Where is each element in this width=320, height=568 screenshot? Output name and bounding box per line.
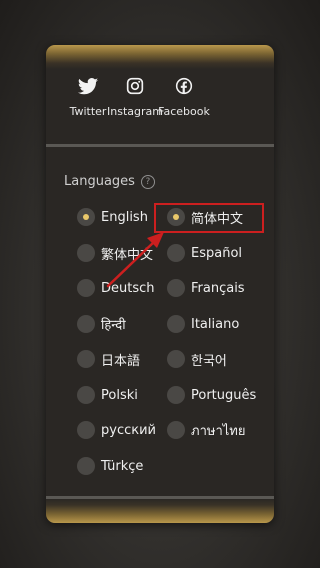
language-label: English bbox=[101, 209, 148, 225]
language-option-italian[interactable]: Italiano bbox=[167, 312, 239, 336]
language-label: Español bbox=[191, 245, 243, 261]
help-icon[interactable]: ? bbox=[140, 174, 155, 189]
radio-selected-icon bbox=[77, 208, 95, 226]
radio-icon bbox=[77, 350, 95, 368]
instagram-icon bbox=[126, 77, 144, 95]
radio-icon bbox=[167, 244, 185, 262]
language-settings-panel: Twitter Instagram Facebook Languages ? E… bbox=[46, 45, 274, 523]
language-option-polish[interactable]: Polski bbox=[77, 383, 138, 407]
language-label: 한국어 bbox=[191, 353, 227, 369]
language-option-russian[interactable]: русский bbox=[77, 418, 156, 442]
radio-icon bbox=[77, 386, 95, 404]
language-label: 繁体中文 bbox=[101, 247, 154, 263]
language-option-turkish[interactable]: Türkçe bbox=[77, 454, 143, 478]
language-option-japanese[interactable]: 日本語 bbox=[77, 347, 140, 371]
radio-icon bbox=[167, 421, 185, 439]
language-option-german[interactable]: Deutsch bbox=[77, 276, 155, 300]
radio-icon bbox=[77, 457, 95, 475]
radio-icon bbox=[167, 315, 185, 333]
language-label: русский bbox=[101, 422, 156, 438]
language-option-hindi[interactable]: हिन्दी bbox=[77, 312, 126, 336]
facebook-label: Facebook bbox=[158, 105, 210, 118]
language-label: Deutsch bbox=[101, 280, 155, 296]
language-label: Polski bbox=[101, 387, 138, 403]
language-option-thai[interactable]: ภาษาไทย bbox=[167, 418, 245, 442]
radio-icon bbox=[77, 279, 95, 297]
language-label: हिन्दी bbox=[101, 318, 126, 333]
language-label: Türkçe bbox=[101, 458, 144, 474]
language-option-spanish[interactable]: Español bbox=[167, 241, 242, 265]
radio-icon bbox=[167, 279, 185, 297]
language-label: Français bbox=[191, 280, 245, 296]
facebook-link[interactable]: Facebook bbox=[154, 75, 214, 118]
radio-icon bbox=[77, 244, 95, 262]
radio-icon bbox=[77, 315, 95, 333]
language-label: Português bbox=[191, 387, 257, 403]
panel-top-gold-edge bbox=[46, 45, 274, 69]
language-option-korean[interactable]: 한국어 bbox=[167, 347, 227, 371]
radio-icon bbox=[167, 386, 185, 404]
language-option-traditional-chinese[interactable]: 繁体中文 bbox=[77, 241, 153, 265]
section-divider-top bbox=[46, 144, 274, 147]
radio-icon bbox=[77, 421, 95, 439]
language-label: Italiano bbox=[191, 316, 240, 332]
highlight-box bbox=[154, 203, 264, 233]
language-label: ภาษาไทย bbox=[191, 423, 246, 439]
languages-title: Languages bbox=[64, 174, 135, 189]
facebook-icon bbox=[175, 77, 193, 95]
language-option-french[interactable]: Français bbox=[167, 276, 245, 300]
language-option-portuguese[interactable]: Português bbox=[167, 383, 256, 407]
languages-heading: Languages ? bbox=[64, 174, 155, 189]
panel-bottom-gold-edge bbox=[46, 499, 274, 523]
twitter-icon bbox=[77, 78, 99, 95]
language-label: 日本語 bbox=[101, 353, 141, 369]
language-option-english[interactable]: English bbox=[77, 205, 148, 229]
radio-icon bbox=[167, 350, 185, 368]
